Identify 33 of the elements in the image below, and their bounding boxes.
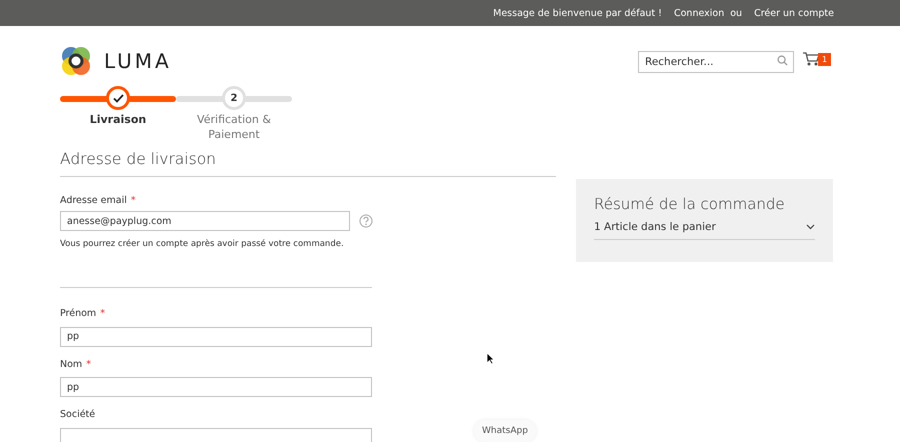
required-mark: *	[100, 308, 105, 319]
text-input[interactable]: pp	[60, 326, 372, 346]
email-note: Vous pourrez créer un compte après avoir passé votre commande.	[60, 239, 345, 249]
step-label[interactable]: Vérification & Paiement	[184, 112, 284, 142]
whatsapp-button[interactable]: WhatsApp	[474, 420, 536, 442]
check-icon	[112, 94, 124, 102]
cart-count-badge: 1	[818, 53, 832, 66]
field-label: Nom	[60, 358, 82, 370]
separator-text: ou	[730, 8, 742, 18]
cart-icon[interactable]	[802, 51, 820, 67]
section-title: Adresse de livraison	[60, 150, 556, 177]
search-icon[interactable]	[777, 55, 788, 66]
text-input[interactable]: pp	[60, 377, 372, 397]
summary-title: Résumé de la commande	[594, 195, 786, 213]
mouse-cursor-icon	[486, 352, 495, 365]
field-label: Société	[60, 409, 96, 420]
required-mark: *	[130, 195, 136, 206]
welcome-message: Message de bienvenue par défaut !	[493, 8, 662, 18]
sign-in-link[interactable]: Connexion	[674, 8, 724, 18]
search-field[interactable]: Rechercher...	[638, 51, 794, 73]
text-input[interactable]	[60, 428, 372, 442]
step-label[interactable]: Livraison	[68, 112, 168, 127]
step-number: 2	[230, 92, 238, 104]
create-account-link[interactable]: Créer un compte	[754, 8, 834, 18]
required-mark: *	[86, 358, 91, 370]
field-label: Adresse email	[60, 195, 127, 206]
logo-icon[interactable]	[60, 45, 92, 77]
field-label: Prénom	[60, 308, 96, 319]
help-icon[interactable]	[359, 214, 373, 228]
chevron-icon	[806, 224, 815, 230]
items-toggle[interactable]: 1 Article dans le panier	[594, 221, 815, 240]
logo-text[interactable]: LUMA	[104, 49, 172, 73]
email-input[interactable]: anesse@payplug.com	[60, 211, 350, 231]
